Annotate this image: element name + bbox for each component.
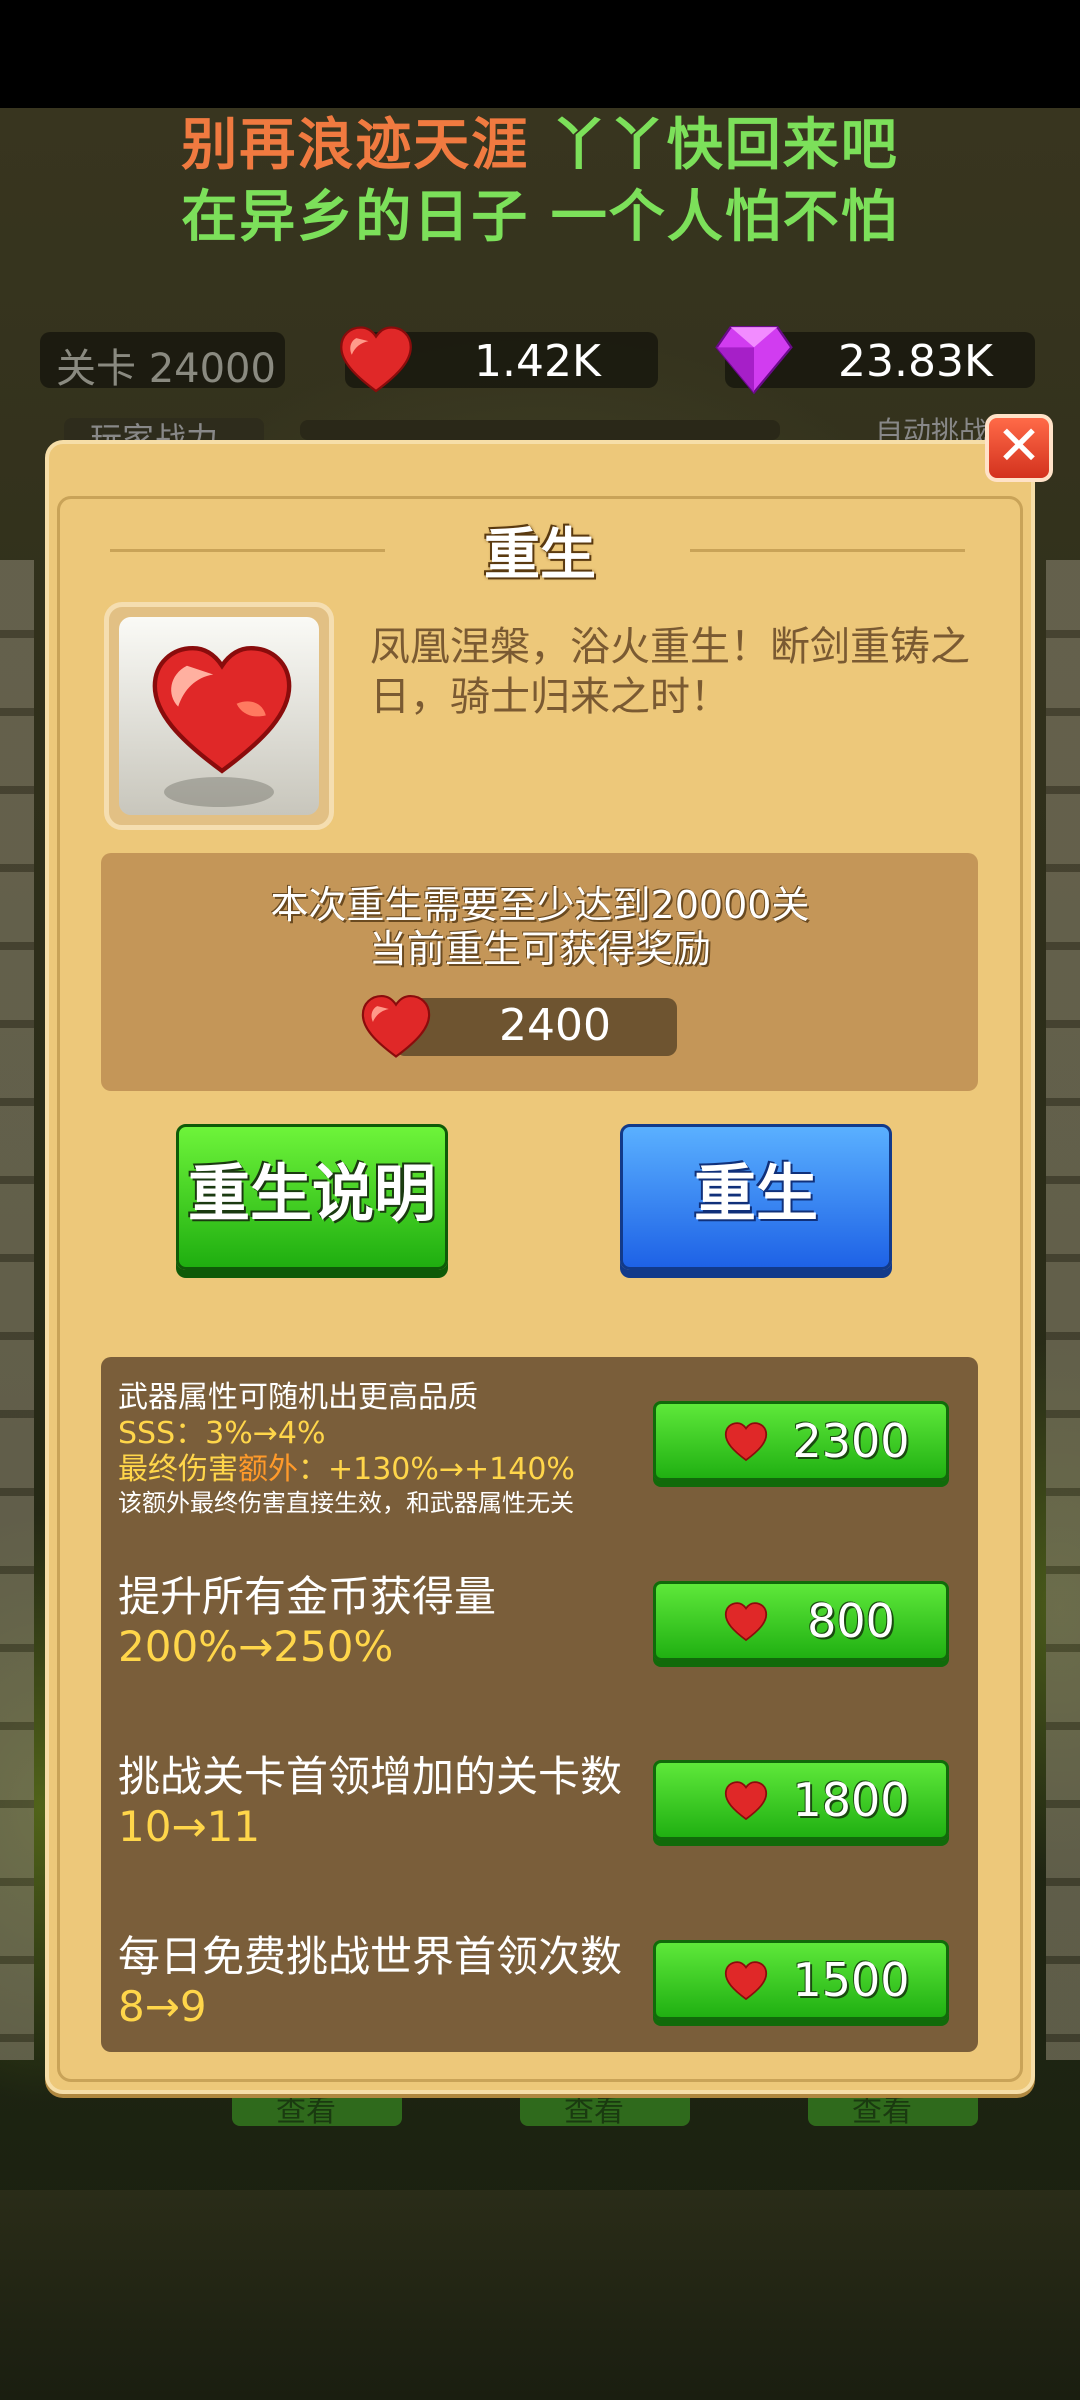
rebirth-button[interactable]: 重生 — [620, 1124, 892, 1270]
heart-icon — [724, 1602, 768, 1642]
view-button-peek-1: 查看 — [232, 2094, 402, 2129]
upgrade-value: 10→11 — [118, 1802, 261, 1851]
buy-upgrade-button[interactable]: 800 — [653, 1581, 949, 1661]
upgrade-value: 200%→250% — [118, 1622, 394, 1671]
banner-line-1-part-2: 丫丫快回来吧 — [550, 113, 899, 178]
close-icon: ✕ — [996, 414, 1042, 477]
rebirth-description: 凤凰涅槃，浴火重生！断剑重铸之日，骑士归来之时！ — [370, 624, 970, 720]
upgrade-sss-value: SSS：3%→4% — [118, 1416, 326, 1451]
upgrade-value: 8→9 — [118, 1982, 207, 2031]
gem-icon — [715, 325, 793, 394]
upgrade-world-boss-attempts: 每日免费挑战世界首领次数 8→9 — [118, 1932, 622, 2032]
rebirth-item-frame — [104, 602, 334, 830]
upgrade-gold-gain: 提升所有金币获得量 200%→250% — [118, 1572, 496, 1672]
upgrade-title: 提升所有金币获得量 — [118, 1572, 497, 1621]
heart-icon — [724, 1961, 768, 2001]
heart-icon — [152, 646, 292, 774]
buy-upgrade-button[interactable]: 2300 — [653, 1401, 949, 1481]
upgrade-boss-stages: 挑战关卡首领增加的关卡数 10→11 — [118, 1752, 622, 1852]
heart-icon — [724, 1422, 768, 1462]
price-value: 1800 — [792, 1773, 910, 1827]
gem-count: 23.83K — [838, 336, 993, 387]
upgrade-note: 该额外最终伤害直接生效，和武器属性无关 — [118, 1489, 574, 1517]
status-bar — [0, 0, 1080, 108]
heart-icon — [724, 1781, 768, 1821]
stone-wall-right — [1046, 560, 1080, 2060]
upgrade-title: 每日免费挑战世界首领次数 — [118, 1932, 623, 1981]
banner-line-1: 别再浪迹天涯 丫丫快回来吧 — [0, 100, 1080, 181]
rebirth-explain-button[interactable]: 重生说明 — [176, 1124, 448, 1270]
close-button[interactable]: ✕ — [985, 414, 1053, 482]
buy-upgrade-button[interactable]: 1500 — [653, 1940, 949, 2020]
power-bar-peek — [300, 420, 780, 440]
stage-counter: 关卡 24000 — [56, 346, 276, 392]
buy-upgrade-button[interactable]: 1800 — [653, 1760, 949, 1840]
banner-line-2: 在异乡的日子 一个人怕不怕 — [181, 185, 899, 250]
upgrade-title: 武器属性可随机出更高品质 — [118, 1380, 478, 1415]
rebirth-item-background — [119, 617, 319, 815]
view-button-peek-3: 查看 — [808, 2094, 978, 2129]
price-value: 1500 — [792, 1953, 910, 2007]
heart-count: 1.42K — [474, 336, 601, 387]
stone-wall-left — [0, 560, 34, 2060]
heart-icon — [340, 326, 412, 393]
ground — [0, 2190, 1080, 2400]
upgrade-weapon-quality: 武器属性可随机出更高品质 SSS：3%→4% 最终伤害额外：+130%→+140… — [118, 1380, 575, 1518]
item-shadow — [164, 777, 274, 807]
reward-value: 2400 — [499, 1000, 611, 1051]
reward-caption: 当前重生可获得奖励 — [368, 927, 711, 971]
price-value: 2300 — [792, 1414, 910, 1468]
banner-line-1-part-1: 别再浪迹天涯 — [181, 113, 530, 178]
upgrade-final-damage: 最终伤害额外：+130%→+140% — [118, 1452, 575, 1487]
dialog-title: 重生 — [484, 523, 596, 588]
upgrade-title: 挑战关卡首领增加的关卡数 — [118, 1752, 623, 1801]
view-button-peek-2: 查看 — [520, 2094, 690, 2129]
price-value: 800 — [807, 1594, 895, 1648]
